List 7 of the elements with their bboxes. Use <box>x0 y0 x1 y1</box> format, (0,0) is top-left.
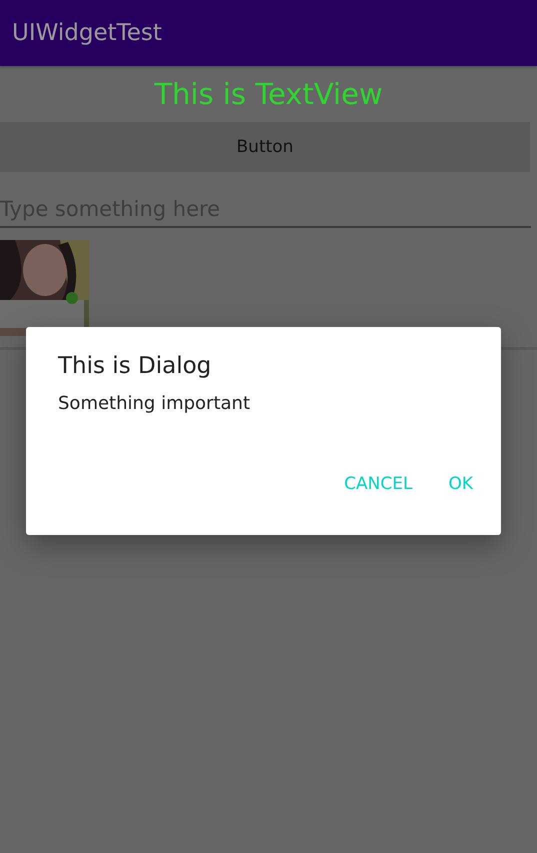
app-title: UIWidgetTest <box>12 20 162 46</box>
dialog-message: Something important <box>58 393 251 414</box>
dialog-button[interactable]: OK <box>434 466 487 502</box>
dialog-title: This is Dialog <box>58 353 212 379</box>
dialog-button[interactable]: CANCEL <box>330 466 426 502</box>
button[interactable]: Button <box>0 122 530 172</box>
text-view: This is TextView <box>154 77 383 111</box>
